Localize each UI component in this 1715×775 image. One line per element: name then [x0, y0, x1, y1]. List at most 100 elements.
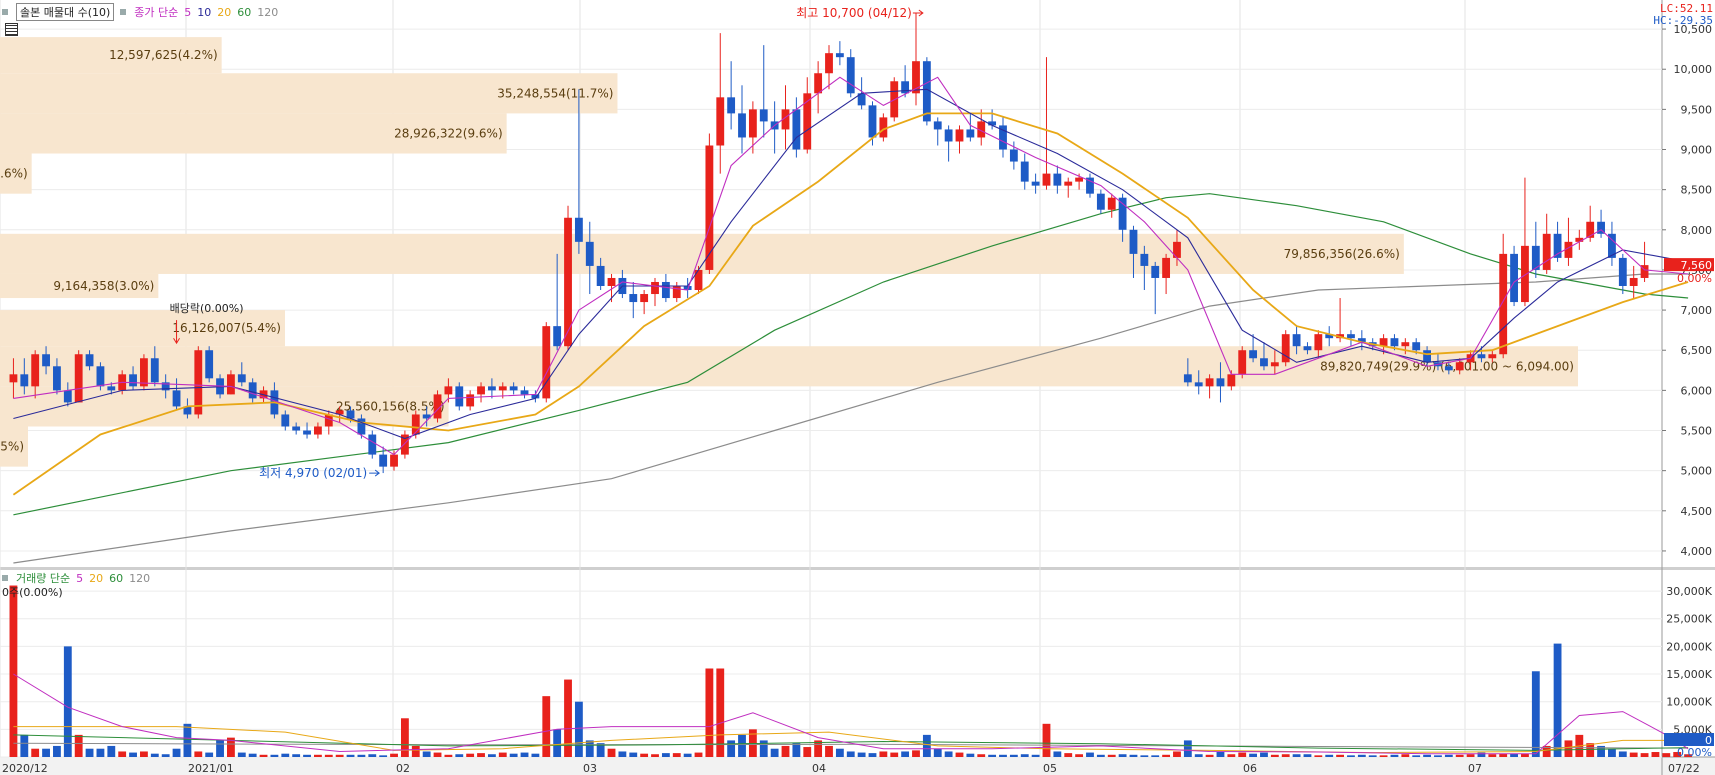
volume-bar	[1086, 752, 1094, 757]
volume-bar	[553, 729, 562, 757]
candle-body	[248, 382, 257, 399]
candle-body	[477, 386, 485, 395]
volume-profile-label: 9,164,358(3.0%)	[53, 279, 154, 293]
candle-body	[814, 73, 823, 94]
candle-body	[150, 358, 159, 383]
date-tick-label: 04	[812, 762, 826, 775]
volume-bar	[313, 754, 322, 757]
volume-bar	[585, 740, 594, 757]
table-view-icon[interactable]	[5, 23, 18, 36]
candle-body	[1238, 350, 1247, 375]
date-tick-label: 05	[1043, 762, 1057, 775]
price-tick-label: 4,000	[1681, 545, 1713, 558]
candle-body	[390, 454, 398, 467]
price-tick-label: 10,000	[1674, 63, 1713, 76]
volume-bar	[1651, 752, 1660, 757]
candle-body	[966, 129, 975, 138]
candle-body	[901, 81, 910, 94]
candle-body	[1151, 265, 1160, 278]
candle-body	[1183, 374, 1192, 383]
volume-bar	[422, 751, 431, 757]
volume-bar	[433, 752, 442, 757]
candle-body	[1444, 366, 1453, 371]
volume-bar	[1096, 754, 1105, 757]
volume-bar	[140, 751, 148, 757]
chart-canvas[interactable]: 10,50010,0009,5009,0008,5008,0007,5007,0…	[0, 0, 1715, 775]
candle-body	[1009, 149, 1018, 162]
candle-body	[1075, 177, 1084, 182]
candle-body	[205, 350, 214, 379]
volume-bar	[629, 752, 638, 757]
candle-body	[651, 281, 659, 295]
candle-body	[574, 217, 583, 242]
candle-body	[879, 117, 888, 138]
volume-bar	[237, 752, 246, 757]
volume-bar	[933, 748, 942, 757]
volume-bar	[1064, 753, 1073, 757]
volume-bar	[738, 734, 746, 757]
candle-body	[759, 109, 768, 122]
volume-bar	[118, 751, 127, 757]
last-volume-pct-text: 0.00%	[1677, 746, 1712, 759]
volume-bar	[31, 748, 40, 757]
candle-body	[96, 366, 105, 387]
volume-bar	[1325, 754, 1334, 757]
candle-body	[1401, 342, 1410, 347]
candle-body	[368, 434, 377, 455]
volume-bar	[672, 753, 681, 757]
vol-ma-legend-120: 120	[129, 571, 151, 585]
candle-body	[63, 390, 72, 403]
volume-bar	[1129, 754, 1138, 757]
volume-bar	[1075, 754, 1084, 757]
volume-bar	[335, 754, 344, 757]
volume-bar	[770, 748, 779, 757]
candle-body	[455, 386, 464, 407]
candle-body	[542, 326, 551, 399]
date-tick-label: 2021/01	[188, 762, 234, 775]
volume-bar	[825, 745, 833, 757]
date-tick-label: 02	[396, 762, 410, 775]
volume-value-text: 0주(0.00%)	[2, 586, 63, 599]
series-name-box[interactable]: 솔본 매물대 수(10)	[16, 3, 115, 21]
candle-body	[1618, 257, 1627, 286]
volume-bar	[509, 753, 518, 757]
volume-bar	[1031, 754, 1040, 757]
volume-bar	[1205, 754, 1214, 757]
price-tick-label: 4,500	[1681, 505, 1713, 518]
candle-body	[1107, 197, 1116, 210]
candle-body	[194, 350, 203, 415]
volume-bar	[1455, 754, 1464, 757]
volume-bar	[868, 753, 877, 757]
volume-bar	[1368, 755, 1377, 757]
volume-bar	[966, 753, 975, 757]
volume-profile-label: 12,597,625(4.2%)	[109, 48, 218, 62]
candle-body	[313, 426, 322, 435]
volume-bar	[411, 745, 420, 757]
candle-body	[1455, 362, 1464, 371]
volume-bar	[368, 754, 377, 757]
volume-bar	[1629, 752, 1638, 757]
candle-body	[1292, 334, 1301, 347]
volume-bar	[1444, 754, 1453, 757]
volume-bar	[1151, 755, 1160, 757]
volume-bar	[455, 754, 464, 757]
price-tick-label: 9,000	[1681, 144, 1713, 157]
volume-bar	[259, 754, 268, 757]
volume-bar	[205, 752, 214, 757]
volume-tick-label: 30,000K	[1666, 585, 1712, 598]
candle-body	[553, 326, 562, 347]
price-tick-label: 8,500	[1681, 184, 1713, 197]
ma-legend-title: 종가 단순	[134, 6, 179, 19]
volume-bar	[955, 752, 964, 757]
candle-body	[107, 386, 116, 391]
volume-bar	[487, 754, 496, 757]
stock-chart[interactable]: 10,50010,0009,5009,0008,5008,0007,5007,0…	[0, 0, 1715, 775]
date-tick-label: 03	[583, 762, 597, 775]
volume-value-label: 0주(0.00%)	[2, 584, 63, 600]
candle-body	[705, 145, 714, 270]
volume-bar	[379, 755, 388, 757]
candle-body	[1227, 374, 1236, 387]
price-tick-label: 9,500	[1681, 103, 1713, 116]
volume-profile-label: 35,248,554(11.7%)	[497, 86, 613, 100]
volume-bar	[303, 754, 311, 757]
